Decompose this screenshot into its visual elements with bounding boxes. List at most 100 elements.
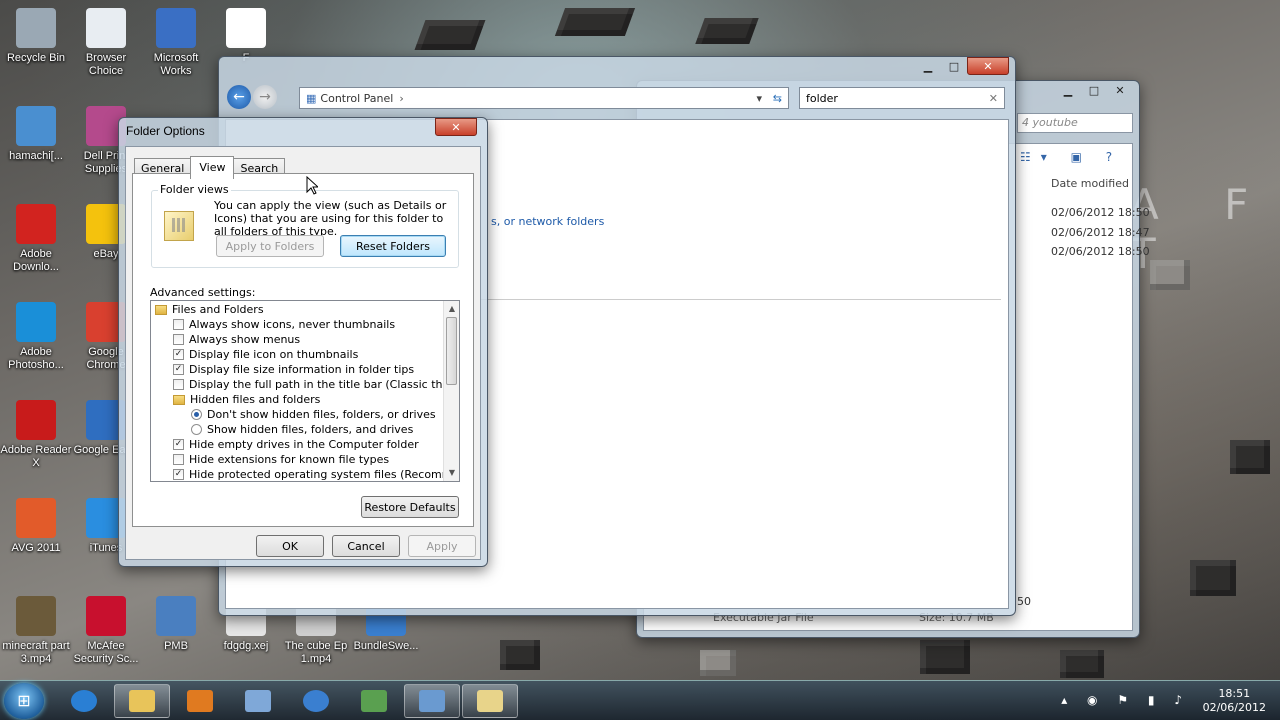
checkbox[interactable]: ✓ xyxy=(173,349,184,360)
close-button[interactable]: ✕ xyxy=(435,118,477,136)
taskbar-media-player[interactable] xyxy=(172,684,228,718)
reset-folders-button[interactable]: Reset Folders xyxy=(340,235,446,257)
scrollbar-thumb[interactable] xyxy=(446,317,457,385)
setting-label: Display file icon on thumbnails xyxy=(189,348,359,361)
network-folders-link[interactable]: s, or network folders xyxy=(491,215,604,228)
breadcrumb-control-panel[interactable]: Control Panel xyxy=(320,92,393,105)
setting-label: Hide empty drives in the Computer folder xyxy=(189,438,419,451)
checkbox[interactable] xyxy=(173,454,184,465)
chevron-right-icon[interactable]: › xyxy=(399,92,403,105)
forward-button[interactable]: → xyxy=(253,85,277,109)
folder-options-dialog[interactable]: Folder Options ✕ General View Search Fol… xyxy=(118,117,488,567)
folder-icon xyxy=(173,394,185,405)
setting-label: Files and Folders xyxy=(172,303,264,316)
taskbar-paint[interactable] xyxy=(230,684,286,718)
checkbox[interactable]: ✓ xyxy=(173,439,184,450)
internet-explorer-icon xyxy=(71,690,97,712)
vertical-scrollbar[interactable]: ▲ ▼ xyxy=(443,301,459,481)
minimize-button[interactable]: ▁ xyxy=(915,57,941,75)
settings-checkbox-option[interactable]: Always show menus xyxy=(173,332,300,347)
scroll-up-arrow-icon[interactable]: ▲ xyxy=(444,301,459,317)
advanced-settings-list[interactable]: Files and Folders Always show icons, neve… xyxy=(150,300,460,482)
desktop-icon[interactable]: Adobe Photosho... xyxy=(0,302,72,372)
radio-button[interactable] xyxy=(191,424,202,435)
settings-checkbox-option[interactable]: ✓ Hide protected operating system files (… xyxy=(173,467,459,481)
date-cell: 02/06/2012 18:47 xyxy=(1051,226,1150,239)
tab-view[interactable]: View xyxy=(190,156,235,179)
setting-label: Hide protected operating system files (R… xyxy=(189,468,459,481)
desktop-icon[interactable]: Microsoft Works xyxy=(140,8,212,78)
minimize-button[interactable]: ▁ xyxy=(1055,81,1081,99)
close-button[interactable]: ✕ xyxy=(1107,81,1133,99)
advanced-settings-label: Advanced settings: xyxy=(150,286,256,299)
close-button[interactable]: ✕ xyxy=(967,57,1009,75)
settings-checkbox-option[interactable]: Display the full path in the title bar (… xyxy=(173,377,459,392)
checklist-icon xyxy=(86,8,126,48)
search-input[interactable]: 4 youtube xyxy=(1017,113,1133,133)
desktop-icon[interactable]: minecraft part 3.mp4 xyxy=(0,596,72,666)
checkbox[interactable] xyxy=(173,334,184,345)
address-bar[interactable]: ▦ Control Panel › ▾ ⇆ xyxy=(299,87,789,109)
desktop-icon-label: The cube Ep 1.mp4 xyxy=(284,640,348,665)
dialog-title: Folder Options xyxy=(126,124,205,138)
desktop-icon[interactable]: PMB xyxy=(140,596,212,653)
setting-label: Show hidden files, folders, and drives xyxy=(207,423,414,436)
restore-defaults-button[interactable]: Restore Defaults xyxy=(361,496,459,518)
settings-checkbox-option[interactable]: Hide extensions for known file types xyxy=(173,452,389,467)
desktop-icon-label: fdgdg.xej xyxy=(223,640,269,652)
desktop-icon-label: Adobe Downlo... xyxy=(13,248,59,273)
hamachi-icon xyxy=(16,106,56,146)
taskbar-app[interactable] xyxy=(346,684,402,718)
clock-time: 18:51 xyxy=(1218,687,1251,700)
setting-label: Hidden files and folders xyxy=(190,393,321,406)
start-button[interactable]: ⊞ xyxy=(4,683,44,719)
desktop-icon-label: AVG 2011 xyxy=(11,542,61,554)
cancel-button[interactable]: Cancel xyxy=(332,535,400,557)
checkbox[interactable]: ✓ xyxy=(173,364,184,375)
settings-checkbox-option[interactable]: ✓ Hide empty drives in the Computer folde… xyxy=(173,437,419,452)
clock[interactable]: 18:51 02/06/2012 xyxy=(1203,687,1266,715)
clock-date: 02/06/2012 xyxy=(1202,701,1266,714)
settings-group-header: Hidden files and folders xyxy=(173,392,320,407)
settings-checkbox-option[interactable]: ✓ Display file icon on thumbnails xyxy=(173,347,358,362)
chevron-down-icon[interactable]: ▾ xyxy=(756,92,762,105)
system-tray-icons[interactable]: ▴ ◉ ⚑ ▮ ♪ xyxy=(1061,693,1190,707)
desktop-icon[interactable]: Browser Choice xyxy=(70,8,142,78)
settings-radio-option[interactable]: Show hidden files, folders, and drives xyxy=(191,422,413,437)
search-input[interactable]: folder ✕ xyxy=(799,87,1005,109)
clear-search-icon[interactable]: ✕ xyxy=(989,92,998,105)
desktop-icon[interactable]: Adobe Downlo... xyxy=(0,204,72,274)
back-button[interactable]: ← xyxy=(227,85,251,109)
maximize-button[interactable]: □ xyxy=(941,57,967,75)
desktop-icon[interactable]: AVG 2011 xyxy=(0,498,72,555)
desktop-icon[interactable]: hamachi[... xyxy=(0,106,72,163)
window-caption-buttons: ▁ □ ✕ xyxy=(1055,81,1133,99)
settings-group-header: Files and Folders xyxy=(155,302,264,317)
apply-button[interactable]: Apply xyxy=(408,535,476,557)
maximize-button[interactable]: □ xyxy=(1081,81,1107,99)
desktop-icon[interactable]: Recycle Bin xyxy=(0,8,72,65)
refresh-icon[interactable]: ⇆ xyxy=(773,92,782,105)
recycle-bin-icon xyxy=(16,8,56,48)
ok-button[interactable]: OK xyxy=(256,535,324,557)
column-header-date-modified[interactable]: Date modified xyxy=(1051,177,1129,190)
checkbox[interactable]: ✓ xyxy=(173,469,184,480)
settings-checkbox-option[interactable]: Always show icons, never thumbnails xyxy=(173,317,395,332)
taskbar-app[interactable] xyxy=(288,684,344,718)
view-toolbar-icons[interactable]: ☷▾ ▣ ? xyxy=(1020,150,1122,164)
setting-label: Always show menus xyxy=(189,333,301,346)
settings-checkbox-option[interactable]: ✓ Display file size information in folder… xyxy=(173,362,414,377)
apply-to-folders-button[interactable]: Apply to Folders xyxy=(216,235,324,257)
taskbar-control-panel[interactable] xyxy=(404,684,460,718)
taskbar-internet-explorer[interactable] xyxy=(56,684,112,718)
radio-button[interactable] xyxy=(191,409,202,420)
checkbox[interactable] xyxy=(173,379,184,390)
taskbar-folder-options[interactable] xyxy=(462,684,518,718)
desktop-icon[interactable]: Adobe Reader X xyxy=(0,400,72,470)
scroll-down-arrow-icon[interactable]: ▼ xyxy=(444,465,459,481)
taskbar-windows-explorer[interactable] xyxy=(114,684,170,718)
desktop-icon[interactable]: McAfee Security Sc... xyxy=(70,596,142,666)
checkbox[interactable] xyxy=(173,319,184,330)
settings-radio-option[interactable]: Don't show hidden files, folders, or dri… xyxy=(191,407,436,422)
desktop-icon-label: Microsoft Works xyxy=(153,52,199,77)
